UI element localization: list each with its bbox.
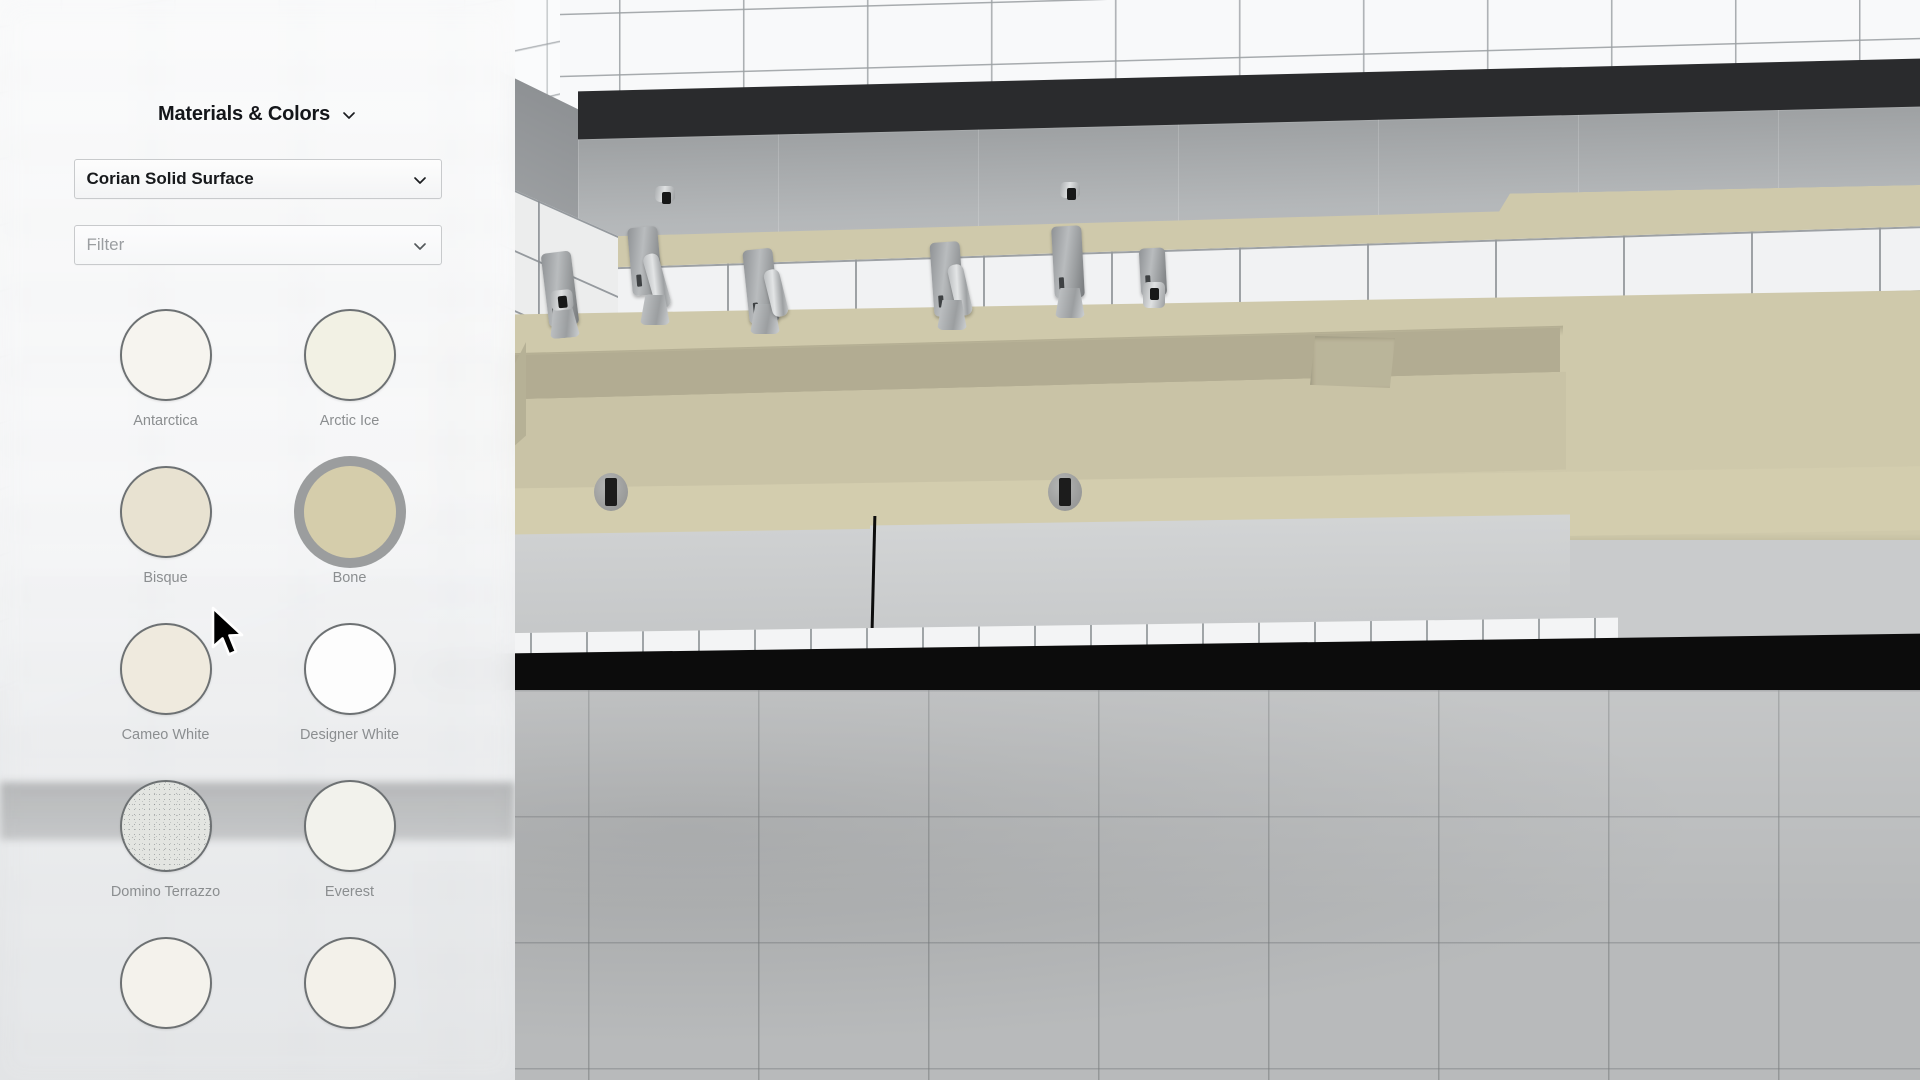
color-swatch-dot[interactable] [119, 623, 212, 715]
color-swatch[interactable]: Bisque [83, 466, 249, 586]
color-swatch-dot[interactable] [303, 937, 396, 1029]
color-swatch-dot[interactable] [303, 309, 396, 401]
color-swatch[interactable]: Cameo White [83, 623, 249, 743]
color-swatch-dot[interactable] [303, 466, 396, 558]
color-swatch-dot[interactable] [303, 623, 396, 715]
counter-cutout-recess [1310, 336, 1395, 388]
panel-title-label: Materials & Colors [157, 103, 330, 125]
color-swatch-label: Cameo White [121, 727, 210, 743]
color-swatch-grid: Antarctica Arctic Ice Bisque Bone Cameo Whit… [74, 309, 442, 1041]
color-swatch[interactable]: Arctic Ice [267, 309, 433, 429]
color-swatch[interactable] [267, 937, 433, 1041]
material-select[interactable]: Corian Solid Surface [73, 159, 442, 199]
color-swatch-dot[interactable] [303, 780, 396, 872]
color-swatch[interactable]: Everest [267, 780, 433, 900]
color-swatch-dot[interactable] [119, 309, 212, 401]
configurator-app: Materials & Colors Corian Solid Surface … [0, 0, 1920, 1080]
color-swatch-label: Bone [332, 570, 367, 586]
floor-reflection [418, 690, 1920, 1080]
color-swatch[interactable]: Domino Terrazzo [83, 780, 249, 900]
color-swatch-label: Arctic Ice [319, 413, 380, 429]
chevron-down-icon[interactable] [412, 172, 428, 188]
color-swatch[interactable]: Antarctica [83, 309, 249, 429]
color-swatch-label: Bisque [143, 570, 188, 586]
materials-colors-panel: Materials & Colors Corian Solid Surface … [0, 0, 515, 1080]
countertop-assembly[interactable] [418, 290, 1920, 554]
color-swatch-dot[interactable] [119, 780, 212, 872]
chevron-down-icon[interactable] [412, 238, 428, 254]
color-swatch-label: Domino Terrazzo [110, 884, 221, 900]
color-swatch[interactable]: Bone [267, 466, 433, 586]
apron-grommet-2 [1048, 473, 1082, 511]
apron-grommet-1 [594, 473, 628, 511]
material-select-value: Corian Solid Surface [86, 169, 254, 188]
color-swatch-label: Everest [324, 884, 375, 900]
color-swatch[interactable] [83, 937, 249, 1041]
color-swatch-label: Designer White [299, 727, 400, 743]
color-swatch-dot[interactable] [119, 937, 212, 1029]
color-swatch[interactable]: Designer White [267, 623, 433, 743]
panel-title[interactable]: Materials & Colors [0, 103, 515, 126]
color-swatch-label: Antarctica [133, 413, 198, 429]
filter-select-placeholder: Filter [86, 235, 125, 254]
panel-content: Materials & Colors Corian Solid Surface … [0, 103, 515, 1041]
chevron-down-icon[interactable] [341, 107, 357, 123]
filter-select[interactable]: Filter [73, 225, 442, 265]
color-swatch-dot[interactable] [119, 466, 212, 558]
